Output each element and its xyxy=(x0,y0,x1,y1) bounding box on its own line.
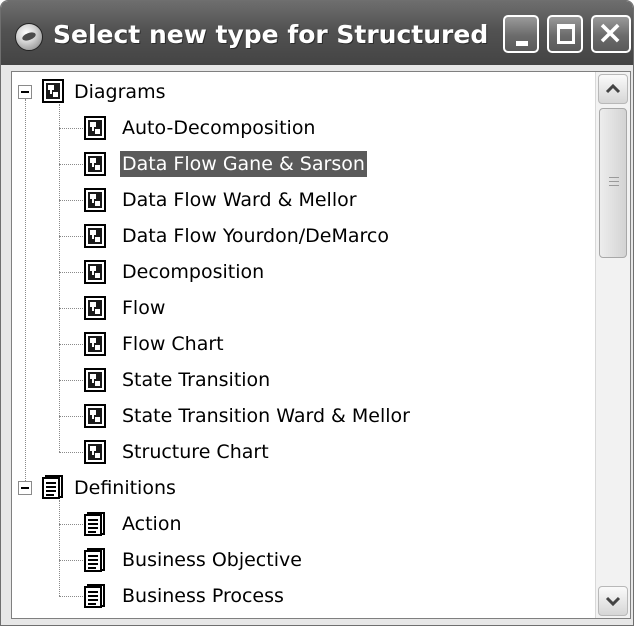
tree-item[interactable]: Decomposition xyxy=(12,254,596,290)
tree-item[interactable]: Structure Chart xyxy=(12,434,596,470)
tree-item[interactable]: Data Flow Ward & Mellor xyxy=(12,182,596,218)
scroll-down-arrow-icon xyxy=(605,596,621,607)
tree-item[interactable]: Flow xyxy=(12,290,596,326)
tree-connector xyxy=(59,500,60,596)
diagram-icon xyxy=(84,116,106,144)
tree-item-label: Structure Chart xyxy=(122,441,269,463)
window-title: Select new type for Structured xyxy=(53,20,489,49)
diagram-icon xyxy=(84,332,106,360)
app-globe-icon[interactable] xyxy=(15,23,43,51)
tree-item[interactable]: State Transition xyxy=(12,362,596,398)
tree-item-label: Data Flow Yourdon/DeMarco xyxy=(122,225,389,247)
tree-connector xyxy=(59,272,83,273)
tree-connector xyxy=(59,308,83,309)
tree-item[interactable]: Auto-Decomposition xyxy=(12,110,596,146)
thumb-grip xyxy=(609,185,619,186)
scroll-thumb[interactable] xyxy=(599,108,627,258)
thumb-grip xyxy=(609,181,619,182)
definition-icon xyxy=(84,584,106,612)
tree-connector xyxy=(59,596,83,597)
tree-item-label: Flow xyxy=(122,297,166,319)
tree-item[interactable]: Data Flow Yourdon/DeMarco xyxy=(12,218,596,254)
tree-item-label: State Transition xyxy=(122,369,271,391)
thumb-grip xyxy=(609,177,619,178)
tree-group-label: Definitions xyxy=(74,477,176,499)
title-bar[interactable]: Select new type for Structured xyxy=(1,1,633,65)
close-icon xyxy=(600,23,620,43)
diagram-icon xyxy=(84,188,106,216)
tree-connector xyxy=(59,236,83,237)
tree-item-label: State Transition Ward & Mellor xyxy=(122,405,410,427)
tree-group-definitions[interactable]: Definitions xyxy=(12,470,596,506)
tree-connector xyxy=(25,99,26,481)
tree-connector xyxy=(59,416,83,417)
tree-item-label: Action xyxy=(122,513,182,535)
diagram-icon xyxy=(84,224,106,252)
tree-rows: Diagrams Auto-Decomposition Data Flow Gane… xyxy=(12,72,596,618)
collapse-toggle-icon[interactable] xyxy=(18,481,32,495)
tree-item-label: Auto-Decomposition xyxy=(122,117,316,139)
tree-item[interactable]: Business Objective xyxy=(12,542,596,578)
tree-item-label: Business Objective xyxy=(122,549,302,571)
tree-item[interactable]: Business Process xyxy=(12,578,596,614)
definition-icon xyxy=(84,548,106,576)
tree-connector xyxy=(59,200,83,201)
type-tree[interactable]: Diagrams Auto-Decomposition Data Flow Gane… xyxy=(11,71,631,619)
vertical-scrollbar[interactable] xyxy=(595,72,630,618)
tree-item[interactable]: Flow Chart xyxy=(12,326,596,362)
tree-item[interactable]: Action xyxy=(12,506,596,542)
tree-item[interactable]: Data Flow Gane & Sarson xyxy=(12,146,596,182)
tree-connector xyxy=(59,104,60,452)
tree-connector xyxy=(59,128,83,129)
tree-group-diagrams[interactable]: Diagrams xyxy=(12,74,596,110)
collapse-toggle-icon[interactable] xyxy=(18,85,32,99)
diagram-icon xyxy=(84,440,106,468)
diagram-icon xyxy=(84,368,106,396)
tree-item[interactable]: State Transition Ward & Mellor xyxy=(12,398,596,434)
minimize-button[interactable] xyxy=(503,15,539,53)
diagram-icon xyxy=(84,152,106,180)
scroll-up-arrow-icon xyxy=(605,83,621,94)
definition-icon xyxy=(84,512,106,540)
tree-group-label: Diagrams xyxy=(74,81,166,103)
close-button[interactable] xyxy=(591,15,631,53)
definition-icon xyxy=(42,475,64,503)
maximize-icon xyxy=(557,24,575,44)
tree-item-label: Data Flow Ward & Mellor xyxy=(122,189,357,211)
diagram-icon xyxy=(84,296,106,324)
tree-connector xyxy=(59,452,83,453)
diagram-icon xyxy=(42,79,64,107)
diagram-icon xyxy=(84,404,106,432)
diagram-icon xyxy=(84,260,106,288)
tree-item-label: Business Process xyxy=(122,585,284,607)
tree-connector xyxy=(59,380,83,381)
tree-connector xyxy=(59,344,83,345)
tree-item-label: Flow Chart xyxy=(122,333,224,355)
scroll-up-button[interactable] xyxy=(598,74,628,104)
scroll-down-button[interactable] xyxy=(598,586,628,616)
maximize-button[interactable] xyxy=(547,15,583,53)
minimize-icon xyxy=(516,41,528,46)
tree-connector xyxy=(59,560,83,561)
tree-connector xyxy=(59,164,83,165)
tree-item-label: Data Flow Gane & Sarson xyxy=(120,151,367,177)
tree-item-label: Decomposition xyxy=(122,261,265,283)
dialog-window: Select new type for Structured Diagrams A… xyxy=(0,0,634,626)
tree-connector xyxy=(59,524,83,525)
